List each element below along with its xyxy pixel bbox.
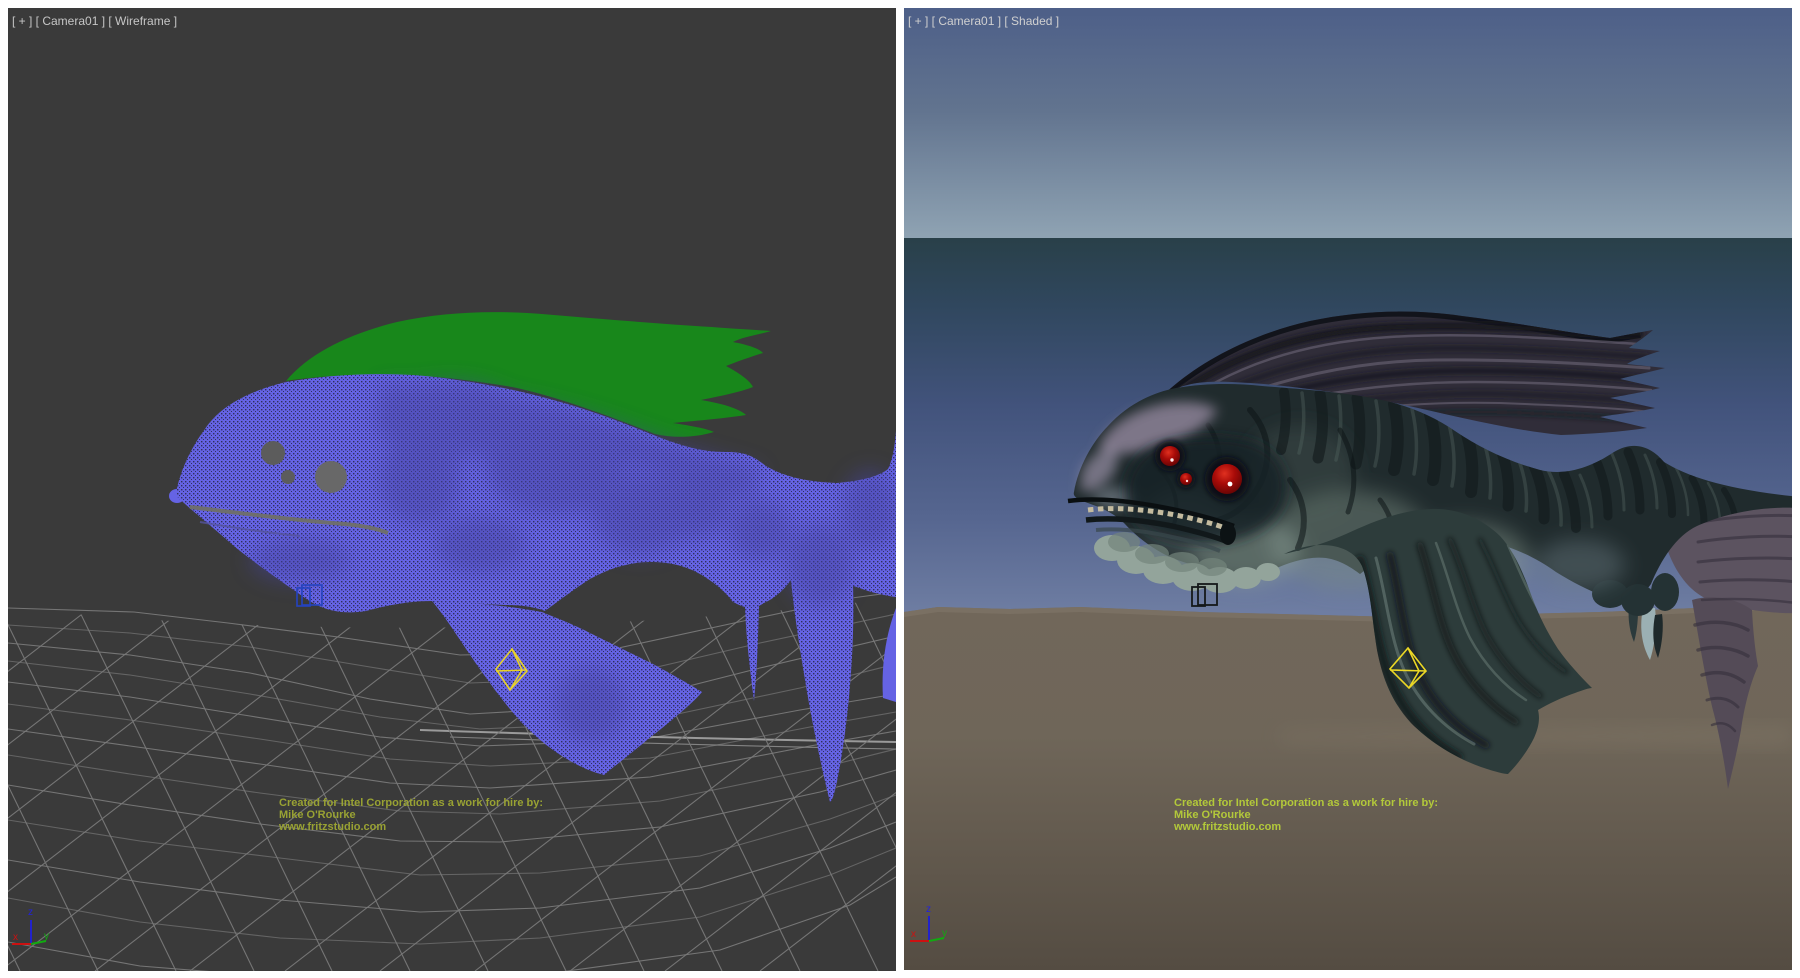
svg-text:y: y (942, 928, 947, 939)
svg-text:[ + ] [ Camera01 ] [ Wireframe: [ + ] [ Camera01 ] [ Wireframe ] (12, 14, 177, 28)
svg-text:[ + ] [ Camera01 ] [ Shaded ]: [ + ] [ Camera01 ] [ Shaded ] (908, 14, 1059, 28)
svg-text:Created for Intel Corporation: Created for Intel Corporation as a work … (1174, 797, 1438, 809)
svg-text:z: z (926, 904, 931, 915)
svg-text:x: x (911, 929, 916, 940)
svg-text:Created for Intel Corporation: Created for Intel Corporation as a work … (279, 797, 543, 809)
svg-text:y: y (44, 931, 49, 942)
svg-text:Mike O'Rourke: Mike O'Rourke (1174, 809, 1251, 821)
svg-text:z: z (28, 907, 33, 918)
svg-text:x: x (13, 932, 18, 943)
svg-text:www.fritzstudio.com: www.fritzstudio.com (1173, 821, 1281, 833)
svg-text:www.fritzstudio.com: www.fritzstudio.com (278, 821, 386, 833)
svg-text:Mike O'Rourke: Mike O'Rourke (279, 809, 356, 821)
